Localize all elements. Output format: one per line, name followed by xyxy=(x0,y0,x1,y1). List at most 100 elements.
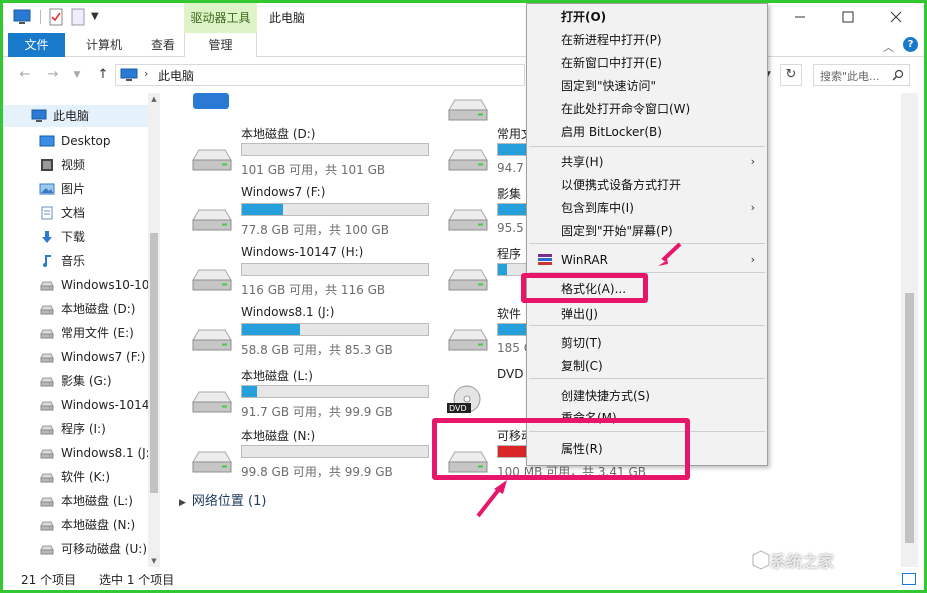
sidebar-item-label: 本地磁盘 (L:) xyxy=(61,494,133,508)
drive-tile[interactable]: 本地磁盘 (L:) 91.7 GB 可用，共 99.9 GB xyxy=(189,365,439,423)
sidebar-item-label: 图片 xyxy=(61,182,86,196)
menu-item-label: WinRAR xyxy=(561,253,608,267)
breadcrumb-this-pc[interactable]: 此电脑 xyxy=(158,67,194,84)
drive-tools-tab-group: 驱动器工具 xyxy=(184,3,257,33)
sidebar-item[interactable]: Windows7 (F:) xyxy=(3,346,148,368)
menu-item[interactable]: 固定到"开始"屏幕(P) xyxy=(527,220,767,242)
sidebar-item[interactable]: Windows-1014 xyxy=(3,394,148,416)
menu-item[interactable]: 弹出(J) xyxy=(527,303,767,325)
scroll-up-icon[interactable]: ▲ xyxy=(150,95,158,103)
computer-icon[interactable] xyxy=(13,8,31,26)
drive-capacity: 91.7 GB 可用，共 99.9 GB xyxy=(241,405,393,419)
menu-item-label: 在新进程中打开(P) xyxy=(561,33,662,47)
sidebar-item[interactable]: 本地磁盘 (L:) xyxy=(3,490,148,512)
menu-item[interactable]: 共享(H) › xyxy=(527,151,767,173)
refresh-icon[interactable]: ↻ xyxy=(780,64,802,86)
up-arrow-icon[interactable]: ↑ xyxy=(95,67,111,83)
menu-item[interactable]: 复制(C) xyxy=(527,355,767,377)
sidebar-item[interactable]: 软件 (K:) xyxy=(3,466,148,488)
drive-tile[interactable]: Windows7 (F:) 77.8 GB 可用，共 100 GB xyxy=(189,183,439,241)
menu-separator xyxy=(529,325,765,326)
address-bar[interactable]: › 此电脑 xyxy=(115,64,525,86)
usb-drive-icon xyxy=(40,545,54,555)
back-arrow-icon[interactable]: ← xyxy=(17,67,33,83)
hard-drive-icon xyxy=(448,99,488,121)
hard-drive-icon xyxy=(192,209,232,231)
drive-tile[interactable]: 本地磁盘 (D:) 101 GB 可用，共 101 GB xyxy=(189,123,439,181)
chevron-down-icon[interactable]: ▼ xyxy=(91,8,101,26)
drive-tile[interactable]: Windows-10147 (H:) 116 GB 可用，共 116 GB xyxy=(189,243,439,301)
tab-computer[interactable]: 计算机 xyxy=(67,33,141,57)
title-bar: ▼ 驱动器工具 此电脑 xyxy=(3,3,924,33)
drive-usage-bar xyxy=(241,203,429,216)
content-scrollbar[interactable] xyxy=(901,93,918,567)
close-icon[interactable] xyxy=(873,3,919,31)
forward-arrow-icon[interactable]: → xyxy=(45,67,61,83)
maximize-icon[interactable] xyxy=(825,3,871,31)
menu-item-label: 共享(H) xyxy=(561,155,604,169)
sidebar-item[interactable]: 下载 xyxy=(3,226,148,248)
content-scroll-thumb[interactable] xyxy=(905,293,914,543)
details-view-icon[interactable] xyxy=(902,573,916,585)
menu-item[interactable]: 剪切(T) xyxy=(527,332,767,354)
menu-separator xyxy=(529,243,765,244)
sidebar-scroll-thumb[interactable] xyxy=(150,233,158,493)
recent-locations-icon[interactable]: ▼ xyxy=(69,67,85,83)
menu-item[interactable]: 以便携式设备方式打开 xyxy=(527,174,767,196)
sidebar-item[interactable]: 视频 xyxy=(3,154,148,176)
sidebar-item[interactable]: 音乐 xyxy=(3,250,148,272)
pictures-folder-icon xyxy=(39,183,55,195)
menu-item[interactable]: 在此处打开命令窗口(W) xyxy=(527,98,767,120)
menu-item[interactable]: 在新窗口中打开(E) xyxy=(527,52,767,74)
drive-icon xyxy=(40,281,54,291)
sidebar-item[interactable]: 本地磁盘 (N:) xyxy=(3,514,148,536)
search-input[interactable]: 搜索"此电... xyxy=(813,64,910,86)
menu-item[interactable]: WinRAR › xyxy=(527,249,767,271)
sidebar-item[interactable]: Desktop xyxy=(3,130,148,152)
sidebar-item[interactable]: Windows10-10 xyxy=(3,274,148,296)
sidebar-item[interactable]: 此电脑 xyxy=(3,105,148,127)
sidebar-item-label: 本地磁盘 (N:) xyxy=(61,518,136,532)
watermark-text: 系统之家 xyxy=(770,552,835,571)
search-icon[interactable] xyxy=(892,69,904,81)
sidebar-item-label: 常用文件 (E:) xyxy=(61,326,134,340)
tab-file[interactable]: 文件 xyxy=(8,33,65,57)
tab-manage[interactable]: 管理 xyxy=(184,33,257,57)
sidebar-item[interactable]: 影集 (G:) xyxy=(3,370,148,392)
menu-item[interactable]: 创建快捷方式(S) xyxy=(527,385,767,407)
drive-icon xyxy=(40,449,54,459)
sidebar-item-label: 程序 (I:) xyxy=(61,422,106,436)
properties-icon[interactable] xyxy=(49,8,63,26)
sidebar-item[interactable]: Windows8.1 (J: xyxy=(3,442,148,464)
tab-view[interactable]: 查看 xyxy=(141,33,185,57)
minimize-icon[interactable] xyxy=(777,3,823,31)
sidebar-item-label: Windows8.1 (J: xyxy=(61,446,148,460)
breadcrumb-separator-icon[interactable]: › xyxy=(144,67,148,80)
drive-name: 本地磁盘 (D:) xyxy=(241,127,316,141)
menu-item[interactable]: 包含到库中(I) › xyxy=(527,197,767,219)
submenu-arrow-icon: › xyxy=(750,155,755,168)
menu-item[interactable]: 固定到"快速访问" xyxy=(527,75,767,97)
menu-item[interactable]: 打开(O) xyxy=(527,6,767,28)
sidebar-item[interactable]: 可移动磁盘 (U:) xyxy=(3,538,148,560)
sidebar-item[interactable]: 文档 xyxy=(3,202,148,224)
menu-item[interactable]: 在新进程中打开(P) xyxy=(527,29,767,51)
video-folder-icon xyxy=(41,159,53,171)
sidebar-item[interactable]: 常用文件 (E:) xyxy=(3,322,148,344)
drive-tile[interactable]: 本地磁盘 (N:) 99.8 GB 可用，共 99.9 GB xyxy=(189,425,439,483)
winrar-icon xyxy=(538,254,552,265)
menu-item-label: 启用 BitLocker(B) xyxy=(561,125,662,139)
sidebar-scrollbar[interactable]: ▲ ▼ xyxy=(148,93,160,567)
drive-tile[interactable]: Windows8.1 (J:) 58.8 GB 可用，共 85.3 GB xyxy=(189,303,439,361)
sidebar-item[interactable]: 本地磁盘 (D:) xyxy=(3,298,148,320)
help-icon[interactable]: ? xyxy=(903,37,918,52)
menu-item[interactable]: 启用 BitLocker(B) xyxy=(527,121,767,143)
sidebar-item-label: 视频 xyxy=(61,158,86,172)
sidebar-item[interactable]: 程序 (I:) xyxy=(3,418,148,440)
new-folder-icon[interactable] xyxy=(71,8,85,26)
drive-usage-bar xyxy=(241,143,429,156)
group-header-network-locations[interactable]: ▶ 网络位置 (1) xyxy=(179,490,266,509)
scroll-down-icon[interactable]: ▼ xyxy=(150,557,158,565)
sidebar-item[interactable]: 图片 xyxy=(3,178,148,200)
ribbon-expand-icon[interactable]: ︿ xyxy=(883,39,895,54)
